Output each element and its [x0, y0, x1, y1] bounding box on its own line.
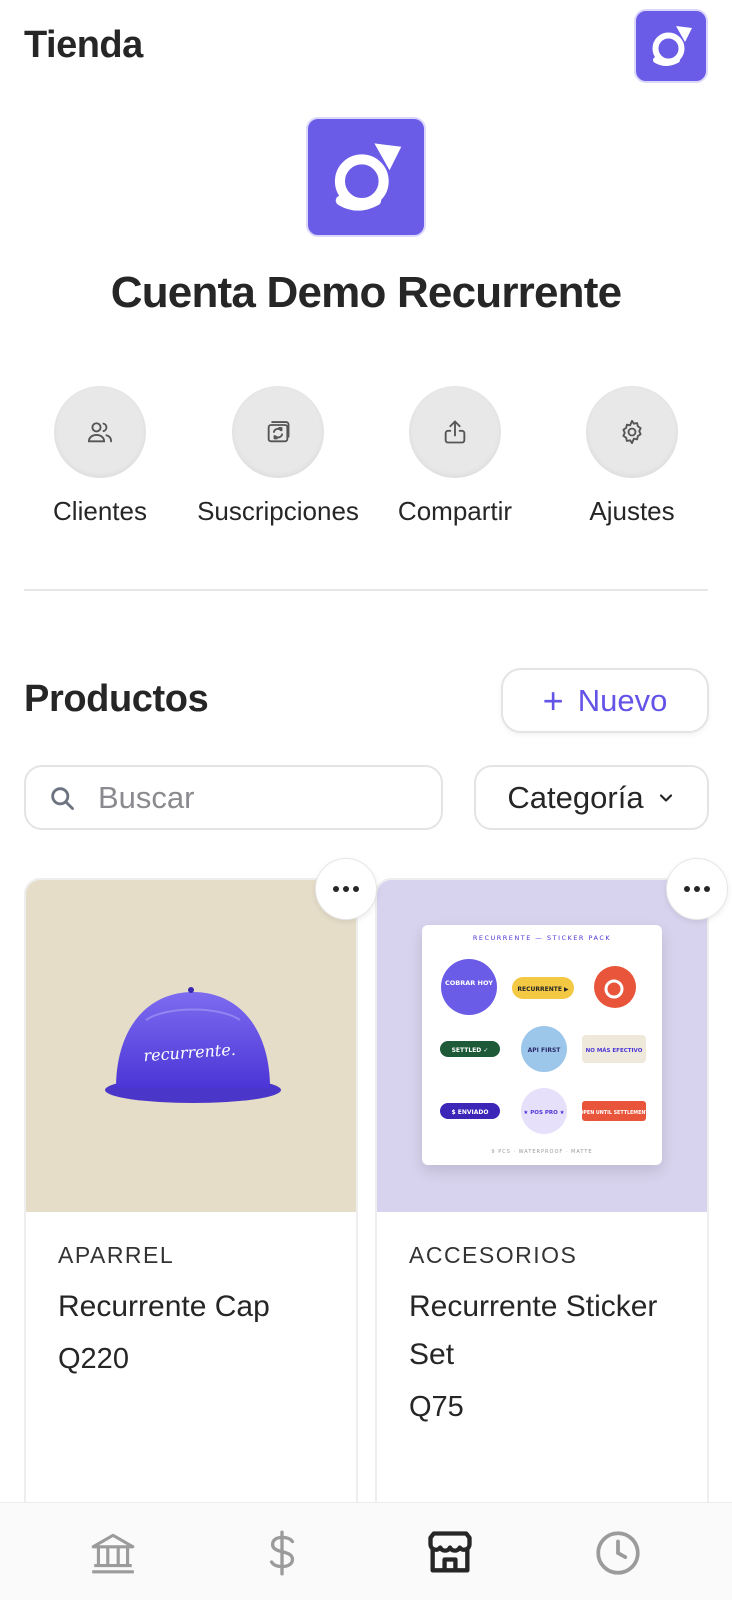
action-circle[interactable]	[54, 386, 146, 478]
gear-icon	[622, 419, 642, 445]
product-image: recurrente.	[26, 880, 356, 1212]
tab-store[interactable]	[422, 1525, 478, 1581]
users-icon	[87, 422, 113, 443]
plus-icon: +	[542, 679, 564, 721]
subscriptions-icon	[267, 421, 290, 443]
category-label: Categoría	[507, 779, 644, 815]
product-price: Q75	[409, 1391, 464, 1423]
action-ajustes[interactable]: Ajustes	[542, 386, 722, 527]
sticker-text: OPEN UNTIL SETTLEMENT	[579, 1110, 649, 1116]
dot	[343, 886, 349, 892]
sticker-text: ★ POS PRO ★	[523, 1110, 564, 1116]
account-avatar[interactable]	[634, 9, 708, 83]
brand-logo-icon	[652, 26, 692, 66]
sticker-text: COBRAR HOY	[445, 979, 493, 987]
product-category: ACCESORIOS	[409, 1242, 578, 1268]
category-dropdown[interactable]: Categoría	[474, 765, 709, 830]
product-card[interactable]: RECURRENTE — STICKER PACK COBRAR HOY REC…	[375, 878, 709, 1518]
action-suscripciones[interactable]: Suscripciones	[188, 386, 368, 527]
action-clientes[interactable]: Clientes	[10, 386, 190, 527]
sticker-text: SETTLED ✓	[452, 1047, 489, 1054]
share-icon	[444, 420, 466, 444]
action-circle[interactable]	[586, 386, 678, 478]
action-label: Ajustes	[589, 496, 675, 526]
new-button-label: Nuevo	[577, 682, 668, 718]
product-more-button[interactable]	[315, 858, 377, 920]
bottom-tab-bar	[0, 1502, 732, 1600]
sticker-text: $ ENVIADO	[452, 1109, 489, 1116]
product-name: Recurrente Sticker Set	[409, 1290, 658, 1371]
sticker-text: RECURRENTE ▶	[517, 986, 569, 993]
divider	[24, 589, 708, 591]
account-name: Cuenta Demo Recurrente	[110, 268, 622, 317]
product-name: Recurrente Cap	[58, 1290, 270, 1323]
action-label: Clientes	[53, 496, 147, 526]
sticker-text: NO MÁS EFECTIVO	[586, 1047, 643, 1054]
search-input[interactable]	[98, 779, 418, 816]
tab-payments[interactable]	[254, 1525, 310, 1581]
action-circle[interactable]	[409, 386, 501, 478]
product-price: Q220	[58, 1343, 129, 1375]
sheet-footer: 9 PCS · WATERPROOF · MATTE	[491, 1149, 592, 1155]
clock-icon	[596, 1531, 640, 1575]
sticker-sheet-image: RECURRENTE — STICKER PACK COBRAR HOY REC…	[422, 925, 662, 1165]
action-label: Compartir	[397, 496, 513, 526]
tab-bank[interactable]	[85, 1525, 141, 1581]
product-image: RECURRENTE — STICKER PACK COBRAR HOY REC…	[377, 880, 707, 1212]
new-product-button[interactable]: + Nuevo	[501, 668, 709, 733]
sticker-text: API FIRST	[528, 1047, 562, 1054]
action-label: Suscripciones	[197, 496, 359, 526]
cap-image: recurrente.	[105, 987, 281, 1103]
dot	[704, 886, 710, 892]
product-category: APARREL	[58, 1242, 175, 1268]
sticker-sheet-art: RECURRENTE — STICKER PACK COBRAR HOY REC…	[440, 934, 649, 1155]
dot	[694, 886, 700, 892]
page-title: Tienda	[24, 24, 143, 66]
store-icon	[428, 1531, 472, 1573]
search-field[interactable]	[24, 765, 443, 830]
action-circle[interactable]	[232, 386, 324, 478]
tab-history[interactable]	[590, 1525, 646, 1581]
dot	[684, 886, 690, 892]
chevron-down-icon	[659, 793, 672, 802]
dot	[353, 886, 359, 892]
product-more-button[interactable]	[666, 858, 728, 920]
bank-icon	[91, 1533, 135, 1574]
sheet-title: RECURRENTE — STICKER PACK	[473, 934, 611, 942]
dollar-icon	[269, 1530, 295, 1576]
product-card[interactable]: recurrente. APARREL Recurrente Cap Q220	[24, 878, 358, 1518]
action-compartir[interactable]: Compartir	[365, 386, 545, 527]
top-header: Tienda	[0, 0, 732, 92]
search-icon	[51, 786, 74, 810]
products-title: Productos	[24, 678, 209, 720]
brand-logo-icon	[334, 143, 402, 211]
dot	[333, 886, 339, 892]
quick-actions: Clientes Suscripciones Compartir Ajustes	[0, 386, 732, 536]
account-logo	[306, 117, 426, 237]
